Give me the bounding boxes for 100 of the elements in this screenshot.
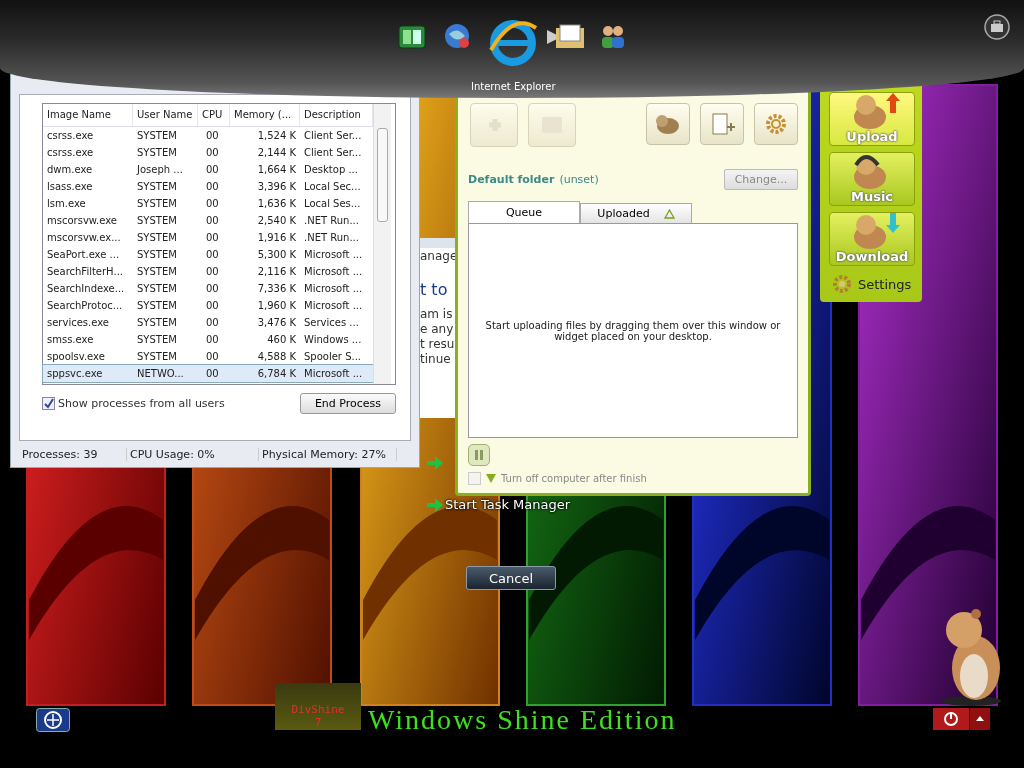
tab[interactable]: Queue — [468, 201, 580, 223]
column-header[interactable]: Image Name — [43, 104, 133, 126]
cube-icon[interactable] — [397, 22, 427, 50]
table-cell-text: SYSTEM — [136, 317, 178, 328]
process-row[interactable]: lsass.exe SYSTEM 00 3,396 K Local Sec... — [43, 178, 373, 195]
globe-icon[interactable] — [443, 22, 471, 50]
process-row[interactable]: csrss.exe SYSTEM 00 2,144 K Client Ser... — [43, 144, 373, 161]
table-cell-text: 5,300 K — [256, 249, 297, 260]
process-row[interactable]: spoolsv.exe SYSTEM 00 4,588 K Spooler S... — [43, 348, 373, 365]
animal-icon[interactable] — [646, 103, 690, 145]
process-row[interactable]: csrss.exe SYSTEM 00 1,524 K Client Ser... — [43, 127, 373, 144]
empty-message: Start uploading files by dragging them over this window or widget placed on your desktop. — [484, 319, 782, 342]
table-cell-text: 4,588 K — [256, 351, 297, 362]
arrow-icon — [427, 456, 443, 470]
table-cell-text: 00 — [205, 334, 220, 345]
table-cell-text: SYSTEM — [136, 283, 178, 294]
settings-icon[interactable] — [754, 103, 798, 145]
text-fragment: anage — [420, 249, 459, 264]
checkbox-label: Turn off computer after finish — [501, 473, 647, 484]
table-cell-text: SearchFilterH... — [46, 266, 124, 277]
settings-link[interactable]: Settings — [858, 276, 912, 292]
checkbox[interactable] — [42, 397, 55, 410]
browser-icon[interactable] — [488, 18, 538, 68]
table-cell-text: SYSTEM — [136, 266, 178, 277]
caret-icon[interactable] — [970, 708, 990, 730]
scrollbar[interactable] — [373, 104, 391, 384]
table-cell-text: Spooler S... — [303, 351, 363, 362]
folder-label: Default folder — [468, 173, 555, 186]
process-row[interactable]: dwm.exe Joseph ... 00 1,664 K Desktop ... — [43, 161, 373, 178]
table-cell-text: 00 — [205, 164, 220, 175]
table-cell-text: Local Sec... — [303, 181, 362, 192]
text-fragment: t to — [420, 282, 449, 297]
accessibility-icon[interactable] — [36, 708, 70, 732]
status-text: Processes: 39 — [19, 447, 127, 461]
checkbox-label: Show processes from all users — [58, 397, 225, 410]
table-cell-text: .NET Run... — [303, 232, 360, 243]
table-cell-text: Microsoft ... — [303, 283, 364, 294]
table-cell-text: lsass.exe — [46, 181, 94, 192]
table-cell-text: 2,144 K — [256, 147, 297, 158]
table-cell-text: 00 — [205, 266, 220, 277]
process-row[interactable]: SearchIndexe... SYSTEM 00 7,336 K Microsoft ... — [43, 280, 373, 297]
end-process-button[interactable]: End Process — [300, 393, 396, 414]
text-fragment: am is — [420, 307, 454, 322]
cancel-button[interactable]: Cancel — [466, 566, 556, 590]
table-cell-text: .NET Run... — [303, 215, 360, 226]
column-header[interactable]: CPU — [198, 104, 230, 126]
table-cell-text: SYSTEM — [136, 130, 178, 141]
text-fragment: e any — [420, 322, 455, 337]
table-cell-text: SYSTEM — [136, 351, 178, 362]
folder-value: (unset) — [559, 173, 599, 186]
table-cell-text: 1,664 K — [256, 164, 297, 175]
process-row[interactable]: sppsvc.exe NETWO... 00 6,784 K Microsoft ... — [43, 365, 373, 382]
table-cell-text: 00 — [205, 130, 220, 141]
column-header[interactable]: User Name — [133, 104, 198, 126]
process-row[interactable]: mscorsvw.ex... SYSTEM 00 1,916 K .NET Run... — [43, 229, 373, 246]
table-cell-text: SeaPort.exe ... — [46, 249, 121, 260]
triangle-icon — [486, 474, 496, 483]
pause-button[interactable] — [468, 444, 490, 466]
table-cell-text: dwm.exe — [46, 164, 94, 175]
table-cell-text: Microsoft ... — [303, 249, 364, 260]
table-cell-text: Microsoft ... — [303, 300, 364, 311]
table-cell-text: mscorsvw.exe — [46, 215, 118, 226]
table-cell-text: 00 — [205, 147, 220, 158]
briefcase-icon[interactable] — [984, 14, 1010, 40]
arrow-icon — [427, 498, 443, 512]
table-cell-text: mscorsvw.ex... — [46, 232, 122, 243]
table-cell-text: SYSTEM — [136, 147, 178, 158]
text-fragment: t resu — [420, 337, 456, 352]
table-cell-text: 460 K — [266, 334, 297, 345]
table-cell-text: 3,396 K — [256, 181, 297, 192]
column-header[interactable]: Memory (... — [230, 104, 300, 126]
table-cell-text: 00 — [205, 300, 220, 311]
process-row[interactable]: mscorsvw.exe SYSTEM 00 2,540 K .NET Run... — [43, 212, 373, 229]
table-cell-text: SYSTEM — [136, 198, 178, 209]
checkbox[interactable] — [468, 472, 481, 485]
table-cell-text: Local Ses... — [303, 198, 362, 209]
folder-icon[interactable] — [555, 22, 585, 50]
edition-title: Windows Shine Edition — [368, 704, 677, 736]
process-row[interactable]: SearchFilterH... SYSTEM 00 2,116 K Microsoft ... — [43, 263, 373, 280]
table-cell-text: 00 — [205, 368, 220, 379]
table-cell-text: SearchProtoc... — [46, 300, 124, 311]
table-cell-text: SYSTEM — [136, 181, 178, 192]
table-cell-text: 00 — [205, 317, 220, 328]
process-row[interactable]: services.exe SYSTEM 00 3,476 K Services ... — [43, 314, 373, 331]
table-cell-text: Windows ... — [303, 334, 363, 345]
table-cell-text: csrss.exe — [46, 130, 95, 141]
tab[interactable]: Uploaded — [580, 203, 692, 223]
table-cell-text: 00 — [205, 283, 220, 294]
power-icon[interactable] — [933, 708, 969, 730]
table-cell-text: lsm.exe — [46, 198, 87, 209]
process-row[interactable]: SeaPort.exe ... SYSTEM 00 5,300 K Microsoft ... — [43, 246, 373, 263]
table-cell-text: csrss.exe — [46, 147, 95, 158]
table-cell-text: 00 — [205, 215, 220, 226]
warning-icon — [663, 208, 675, 219]
table-cell-text: SYSTEM — [136, 300, 178, 311]
process-row[interactable]: SearchProtoc... SYSTEM 00 1,960 K Microsoft ... — [43, 297, 373, 314]
table-cell-text: 1,960 K — [256, 300, 297, 311]
table-cell-text: spoolsv.exe — [46, 351, 106, 362]
process-row[interactable]: smss.exe SYSTEM 00 460 K Windows ... — [43, 331, 373, 348]
process-row[interactable]: lsm.exe SYSTEM 00 1,636 K Local Ses... — [43, 195, 373, 212]
